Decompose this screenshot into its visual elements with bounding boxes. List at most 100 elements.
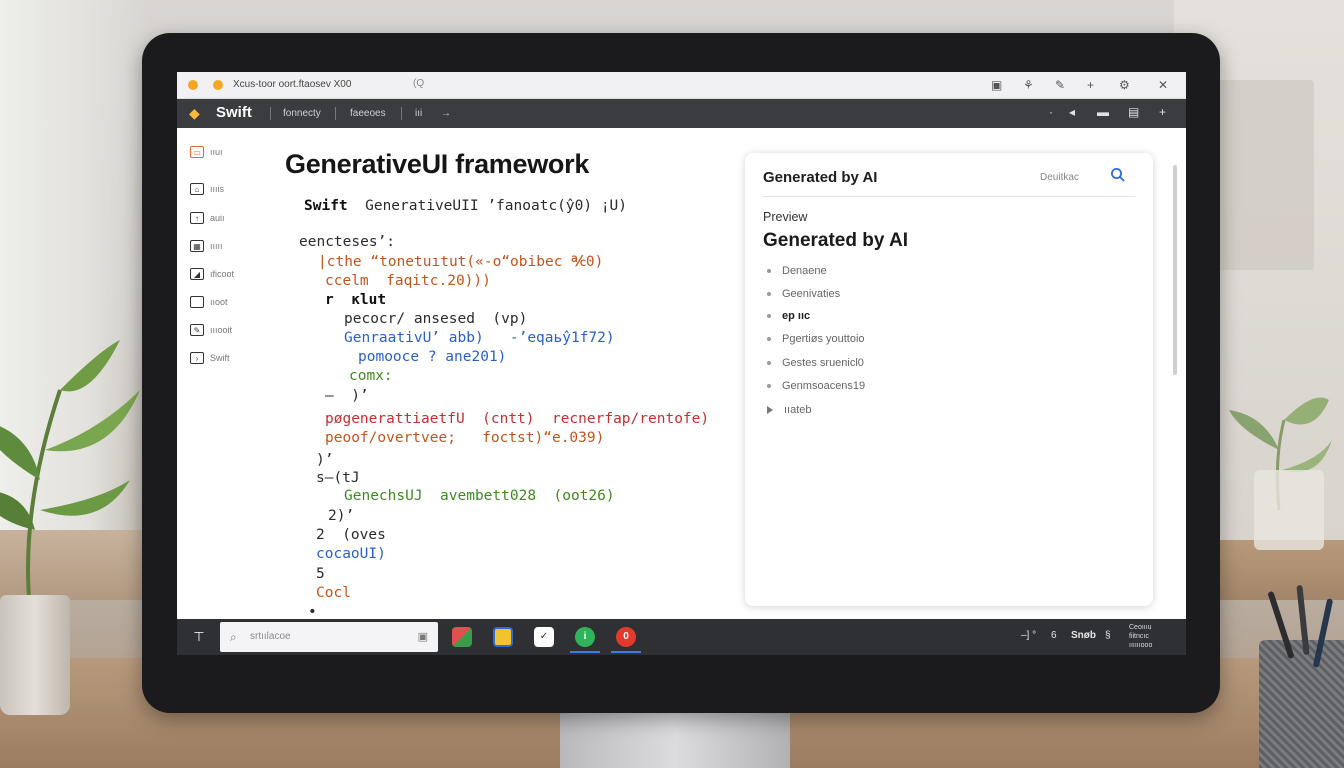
window-title: Xcus-toor oort.ftaosev X00 — [233, 79, 352, 90]
pencil-cup — [1259, 640, 1344, 768]
code-line[interactable]: Cocl — [316, 585, 351, 601]
preview-list-item[interactable]: Pgertiøs youttoio — [767, 333, 865, 345]
extensions-icon[interactable]: ⚘ — [1023, 77, 1034, 93]
preview-panel: Generated by AI Deuitkac Preview Generat… — [745, 153, 1153, 606]
panel-header-action[interactable]: Deuitkac — [1040, 172, 1079, 183]
app-menubar: ◆ Swift fonnecty faeeoes iıi → · ◂ ▬ ▤ + — [177, 99, 1186, 128]
account-icon: ⌂ — [190, 183, 204, 195]
sidebar-item-label: ıııooit — [210, 325, 233, 335]
sidebar-item-7[interactable]: ✎ ıııooit — [190, 322, 232, 338]
back-icon[interactable]: ◂ — [1069, 105, 1075, 119]
code-line[interactable]: – )’ — [325, 388, 369, 404]
browser-app-icon[interactable]: i — [575, 627, 595, 647]
panel-divider — [763, 196, 1135, 197]
bullet-icon — [767, 337, 771, 341]
code-line[interactable]: r ĸlut — [325, 292, 386, 308]
menu-item-1[interactable]: fonnecty — [283, 108, 321, 119]
preview-list-item[interactable]: Gestes sruenicl0 — [767, 357, 864, 369]
pen-icon[interactable]: ✎ — [1055, 77, 1065, 93]
code-line[interactable]: ccelm faqitc.20))) — [325, 273, 491, 289]
grid-icon: ▦ — [190, 240, 204, 252]
screenshot-icon[interactable]: ▣ — [991, 77, 1002, 93]
window-dot-minimize[interactable] — [213, 80, 223, 90]
code-line[interactable]: peoof/overtvee; foctst)“e.039) — [325, 430, 604, 446]
preview-list-item[interactable]: ııateb — [767, 404, 812, 416]
code-header-line[interactable]: Swift GenerativeUII ’fanoatc(ŷ0) ¡U) — [304, 198, 627, 214]
taskbar-search-input[interactable]: srtıılacoe — [250, 631, 291, 642]
code-line[interactable]: pomooce ? ane201) — [358, 349, 506, 365]
menu-item-3[interactable]: iıi — [415, 108, 422, 119]
document-app-icon[interactable]: ✓ — [534, 627, 554, 647]
panel-header-title: Generated by AI — [763, 169, 878, 186]
code-line[interactable]: comx: — [349, 368, 393, 384]
scrollbar[interactable] — [1173, 165, 1177, 375]
bullet-icon — [767, 269, 771, 273]
menu-item-4[interactable]: → — [441, 108, 451, 119]
tray-volume[interactable]: 6 — [1051, 630, 1057, 641]
plus-icon[interactable]: + — [1159, 105, 1166, 119]
code-line[interactable]: • — [308, 604, 317, 620]
preview-list-item[interactable]: Denaene — [767, 265, 827, 277]
preview-item-label: ep ııc — [782, 310, 811, 322]
tray-network[interactable]: –] ° — [1021, 630, 1036, 641]
code-line[interactable]: pecocr/ ansesed (vp) — [344, 311, 527, 327]
active-app-indicator — [570, 651, 600, 653]
edit-icon: ✎ — [190, 324, 204, 336]
list-icon: ◢ — [190, 268, 204, 280]
code-line[interactable]: 5 — [316, 566, 325, 582]
monitor-stand — [560, 712, 790, 768]
preview-item-label: Genmsoacens19 — [782, 380, 866, 392]
photos-app-icon[interactable] — [452, 627, 472, 647]
folder-app-icon[interactable] — [493, 627, 513, 647]
sidebar-item-5[interactable]: ◢ ıficoot — [190, 266, 234, 282]
code-line[interactable]: GenraativU’ abb) -’eqaьŷ1f72) — [344, 330, 615, 346]
tray-settings-icon[interactable]: § — [1105, 630, 1111, 641]
preview-list-item[interactable]: Geenivaties — [767, 288, 840, 300]
plant-left — [0, 340, 140, 611]
add-icon[interactable]: + — [1087, 77, 1094, 93]
preview-title: Generated by AI — [763, 230, 909, 251]
window-titlebar: Xcus-toor oort.ftaosev X00 (Q ▣ ⚘ ✎ + ⚙ … — [177, 72, 1186, 99]
clock-line: fiitncıc — [1129, 633, 1149, 640]
bullet-icon — [767, 361, 771, 365]
sidebar-item-3[interactable]: ↑ auiı — [190, 210, 225, 226]
code-line[interactable]: s–(tJ — [316, 470, 360, 486]
code-line[interactable]: |cthe “tonetuıtut(«-o“obibec ℀0) — [318, 254, 603, 270]
code-line[interactable]: GenechsUJ avembett028 (oot26) — [344, 488, 615, 504]
sidebar-item-4[interactable]: ▦ ııııı — [190, 238, 223, 254]
minus-icon[interactable]: ▬ — [1097, 105, 1109, 119]
code-line[interactable]: cocaoUI) — [316, 546, 386, 562]
tab-close-button[interactable]: (Q — [413, 78, 424, 89]
tray-label[interactable]: Snøb — [1071, 630, 1096, 641]
code-keyword: Swift — [304, 198, 348, 214]
taskbar: ⊤ ⌕ srtıılacoe ▣ ✓ i 0 –] ° 6 Snøb § Ceo… — [177, 619, 1186, 655]
microphone-icon[interactable]: ▣ — [418, 630, 428, 643]
taskbar-search[interactable]: ⌕ srtıılacoe ▣ — [220, 622, 438, 652]
code-line[interactable]: pøgenerattiaetfU (cntt) recnerfap/rentof… — [325, 411, 709, 427]
window-dot-close[interactable] — [188, 80, 198, 90]
preview-list-item[interactable]: Genmsoacens19 — [767, 380, 865, 392]
code-line[interactable]: 2)’ — [328, 508, 354, 524]
clock-line: Ceoıııu — [1129, 624, 1152, 631]
app-name: Swift — [216, 104, 252, 121]
settings-icon[interactable]: ⚙ — [1119, 77, 1130, 93]
code-line[interactable]: 2 (oves — [316, 527, 386, 543]
start-menu-icon[interactable]: ⊤ — [191, 629, 207, 645]
terminal-icon: › — [190, 352, 204, 364]
close-icon[interactable]: ✕ — [1158, 77, 1168, 93]
dot-icon[interactable]: · — [1049, 105, 1053, 119]
sidebar-item-8[interactable]: › Swift — [190, 350, 230, 366]
code-line[interactable]: )’ — [316, 452, 333, 468]
taskbar-clock[interactable]: Ceoıııu fiitncıc ııııııooo — [1129, 623, 1152, 650]
menu-item-2[interactable]: faeeoes — [350, 108, 386, 119]
box-icon — [190, 296, 204, 308]
sidebar-item-2[interactable]: ⌂ ıııis — [190, 181, 224, 197]
sidebar-item-6[interactable]: ııoot — [190, 294, 228, 310]
sidebar-item-1[interactable]: ▭ ııuı — [190, 144, 223, 160]
opera-app-icon[interactable]: 0 — [616, 627, 636, 647]
search-icon[interactable] — [1110, 167, 1126, 188]
save-icon[interactable]: ▤ — [1128, 105, 1139, 119]
preview-label: Preview — [763, 210, 808, 224]
preview-list-item[interactable]: ep ııc — [767, 310, 810, 322]
code-line[interactable]: еencteses’: — [299, 234, 395, 250]
